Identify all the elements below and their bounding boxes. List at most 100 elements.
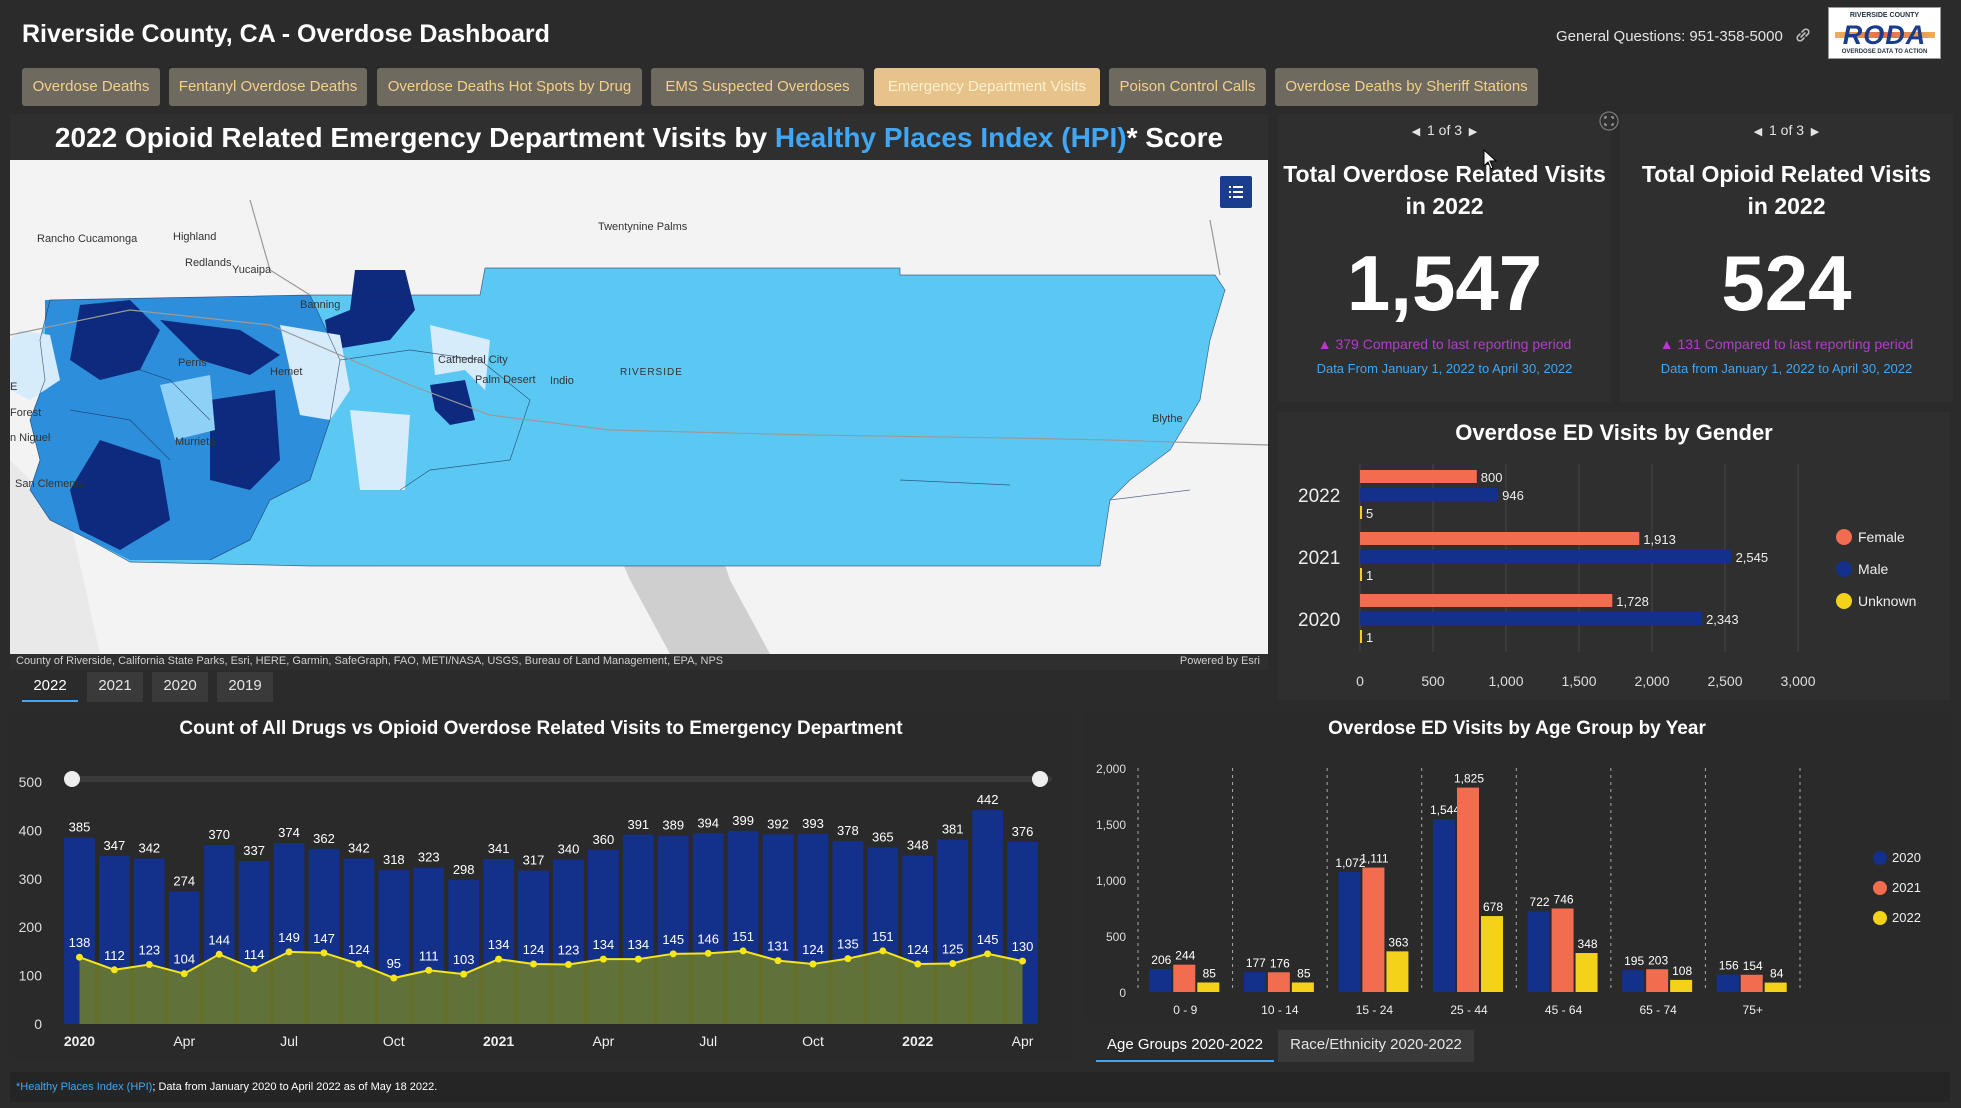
tab-ems-suspected-overdoses[interactable]: EMS Suspected Overdoses — [651, 68, 864, 106]
data-label-opioid: 114 — [244, 947, 265, 962]
label-edge: E — [10, 381, 17, 393]
data-label-opioid: 149 — [278, 930, 300, 945]
point-opioid — [425, 966, 433, 974]
kpi-right-page: 1 of 3 — [1768, 122, 1805, 138]
data-label-all: 442 — [977, 792, 999, 807]
data-label-opioid: 131 — [767, 939, 789, 954]
prev-arrow-icon[interactable]: ◀ — [1747, 125, 1769, 138]
bar-unknown — [1360, 506, 1362, 519]
next-arrow-icon[interactable]: ▶ — [1462, 125, 1484, 138]
tab-age-groups[interactable]: Age Groups 2020-2022 — [1096, 1030, 1274, 1062]
tab-deaths-by-sheriff-stations[interactable]: Overdose Deaths by Sheriff Stations — [1275, 68, 1538, 106]
footer-hpi-link[interactable]: Healthy Places Index (HPI) — [20, 1081, 152, 1093]
x-tick-label: 2021 — [483, 1033, 514, 1049]
x-tick-label: 1,500 — [1561, 673, 1596, 689]
range-slider-track — [72, 776, 1052, 782]
gender-chart[interactable]: 0 500 1,000 1,500 2,000 2,500 3,000 2022 800 946 5… — [1278, 412, 1950, 700]
data-label-opioid: 151 — [872, 929, 894, 944]
data-label: 1 — [1366, 568, 1373, 583]
year-tab-2021[interactable]: 2021 — [87, 672, 143, 702]
map-canvas[interactable]: Rancho Cucamonga Highland Redlands Yucai… — [10, 160, 1268, 654]
tab-race-ethnicity[interactable]: Race/Ethnicity 2020-2022 — [1278, 1030, 1474, 1062]
point-opioid — [530, 960, 538, 968]
point-opioid — [914, 960, 922, 968]
bar-2022 — [1575, 953, 1598, 992]
map-title-prefix: 2022 Opioid Related Emergency Department… — [54, 122, 775, 153]
link-icon[interactable] — [1794, 26, 1812, 44]
data-label-opioid: 124 — [802, 942, 824, 957]
bar-2021 — [1362, 867, 1385, 992]
next-arrow-icon[interactable]: ▶ — [1804, 125, 1826, 138]
data-label: 154 — [1743, 959, 1763, 973]
bar-female — [1360, 594, 1613, 607]
x-tick-label: 2022 — [902, 1033, 933, 1049]
data-label-all: 389 — [662, 818, 684, 833]
data-label-all: 342 — [348, 840, 370, 855]
map-title-suffix: * Score — [1126, 122, 1224, 153]
powered-by-esri[interactable]: Powered by Esri — [1180, 655, 1260, 667]
point-opioid — [460, 970, 468, 978]
year-tab-2019[interactable]: 2019 — [217, 672, 273, 702]
bar-2020 — [1149, 968, 1172, 992]
kpi-total-overdose-visits: ◀ 1 of 3 ▶ Total Overdose Related Visits i… — [1278, 114, 1611, 402]
roda-logo: RIVERSIDE COUNTY RODA OVERDOSE DATA TO A… — [1828, 7, 1941, 59]
data-label-opioid: 144 — [208, 932, 230, 947]
data-label-opioid: 123 — [558, 942, 580, 957]
data-label: 2,343 — [1706, 612, 1739, 627]
data-label-all: 374 — [278, 825, 300, 840]
tab-hot-spots-by-drug[interactable]: Overdose Deaths Hot Spots by Drug — [377, 68, 642, 106]
tab-fentanyl-overdose-deaths[interactable]: Fentanyl Overdose Deaths — [169, 68, 367, 106]
hpi-link[interactable]: Healthy Places Index (HPI) — [775, 122, 1127, 153]
data-label-all: 347 — [104, 838, 126, 853]
tab-overdose-deaths[interactable]: Overdose Deaths — [22, 68, 160, 106]
y-tick-label: 200 — [19, 919, 43, 935]
category-label: 2020 — [1298, 610, 1340, 631]
year-tab-2022[interactable]: 2022 — [22, 672, 78, 702]
data-label-all: 298 — [453, 862, 475, 877]
point-opioid — [180, 970, 188, 978]
data-label: 800 — [1481, 470, 1503, 485]
label-forest: Forest — [10, 407, 41, 419]
bar-2022 — [1481, 916, 1503, 992]
data-label-all: 381 — [942, 822, 964, 837]
timeseries-chart[interactable]: 0 100 200 300 400 500 385 347 342 274 370 337 374 362… — [10, 712, 1072, 1060]
timeseries-chart-panel: Count of All Drugs vs Opioid Overdose Re… — [10, 712, 1072, 1060]
y-tick-label: 1,000 — [1096, 874, 1126, 888]
data-label: 108 — [1672, 964, 1692, 978]
x-tick-label: Jul — [699, 1033, 717, 1049]
data-label-all: 360 — [593, 832, 615, 847]
prev-arrow-icon[interactable]: ◀ — [1405, 125, 1427, 138]
age-chart[interactable]: 0 500 1,000 1,500 2,000 206 244 85 0 - 9 177 176 85… — [1084, 712, 1950, 1022]
data-label-opioid: 111 — [419, 948, 439, 963]
kpi-right-title-line2: in 2022 — [1747, 193, 1826, 219]
contact-info: General Questions: 951-358-5000 — [1556, 28, 1783, 45]
point-opioid — [250, 965, 258, 973]
point-opioid — [844, 955, 852, 963]
kpi-right-pager: ◀ 1 of 3 ▶ — [1620, 122, 1953, 138]
tab-emergency-department-visits[interactable]: Emergency Department Visits — [874, 68, 1100, 106]
category-label: 2021 — [1298, 548, 1340, 569]
map-attribution: County of Riverside, California State Pa… — [16, 655, 724, 667]
map-title: 2022 Opioid Related Emergency Department… — [10, 122, 1268, 154]
bar-2021 — [1457, 787, 1479, 992]
map-legend-button[interactable] — [1220, 176, 1252, 208]
data-label: 348 — [1578, 937, 1598, 951]
tab-poison-control-calls[interactable]: Poison Control Calls — [1109, 68, 1266, 106]
bar-2022 — [1386, 951, 1409, 992]
map-attribution-bar: County of Riverside, California State Pa… — [10, 654, 1268, 670]
data-label: 203 — [1648, 953, 1668, 967]
data-label: 946 — [1502, 488, 1524, 503]
bar-unknown — [1360, 630, 1362, 643]
point-opioid — [774, 957, 782, 965]
x-tick-label: 75+ — [1743, 1003, 1763, 1017]
fullscreen-icon[interactable] — [1598, 110, 1620, 132]
app-title: Riverside County, CA - Overdose Dashboar… — [22, 20, 550, 48]
choropleth-map[interactable]: Rancho Cucamonga Highland Redlands Yucai… — [10, 160, 1268, 654]
data-label-opioid: 125 — [942, 942, 964, 957]
data-label-opioid: 147 — [313, 931, 335, 946]
label-riverside: RIVERSIDE — [620, 367, 683, 378]
bar-female — [1360, 470, 1477, 483]
label-banning: Banning — [300, 299, 340, 311]
label-niguel: n Niguel — [10, 432, 50, 444]
year-tab-2020[interactable]: 2020 — [152, 672, 208, 702]
